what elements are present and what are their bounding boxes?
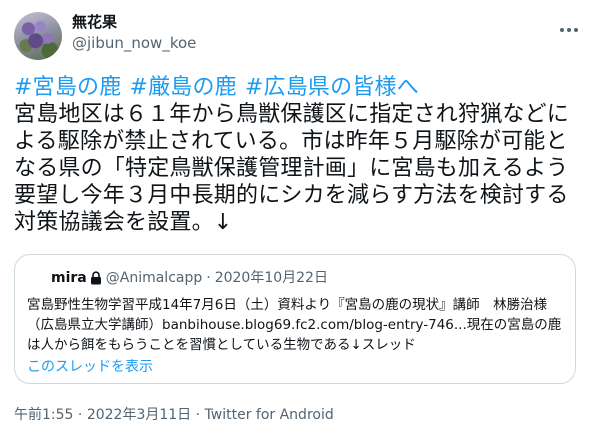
quoted-tweet-header: mira @Animalcapp · 2020年10月22日 xyxy=(27,268,328,288)
tweet-metadata: 午前1:55 · 2022年3月11日 · Twitter for Androi… xyxy=(14,406,334,424)
tweet-time[interactable]: 午前1:55 xyxy=(14,407,73,423)
quoted-author-name: mira xyxy=(51,270,87,286)
hashtag-link[interactable]: #厳島の鹿 xyxy=(129,75,236,100)
author-display-name[interactable]: 無花果 xyxy=(72,13,117,31)
quoted-author-handle: @Animalcapp xyxy=(105,270,203,286)
quoted-tweet-text: 宮島野性生物学習平成14年7月6日（土）資料より『宮島の鹿の現状』講師 林勝治様… xyxy=(27,297,562,353)
separator-dot: · xyxy=(73,407,87,423)
quoted-author-avatar xyxy=(27,268,47,288)
tweet-source[interactable]: Twitter for Android xyxy=(205,407,334,423)
author-handle[interactable]: @jibun_now_koe xyxy=(72,34,196,52)
more-options-button[interactable] xyxy=(556,14,582,40)
hashtag-list: #宮島の鹿 #厳島の鹿 #広島県の皆様へ xyxy=(14,74,584,101)
more-horizontal-icon xyxy=(559,18,579,37)
quoted-tweet-card[interactable]: mira @Animalcapp · 2020年10月22日 宮島野性生物学習平… xyxy=(14,254,576,384)
separator-dot: · xyxy=(206,270,211,286)
author-avatar[interactable] xyxy=(14,12,62,60)
tweet-text: #宮島の鹿 #厳島の鹿 #広島県の皆様へ 宮島地区は６１年から鳥獣保護区に指定され狩… xyxy=(14,74,584,236)
tweet-body: 宮島地区は６１年から鳥獣保護区に指定され狩猟などによる駆除が禁止されている。市は… xyxy=(14,102,570,235)
separator-dot: · xyxy=(191,407,205,423)
hashtag-link[interactable]: #広島県の皆様へ xyxy=(245,75,419,100)
tweet-date[interactable]: 2022年3月11日 xyxy=(87,407,191,423)
lock-icon xyxy=(90,271,102,285)
quoted-tweet-date: 2020年10月22日 xyxy=(214,270,328,286)
hashtag-link[interactable]: #宮島の鹿 xyxy=(14,75,121,100)
show-thread-link[interactable]: このスレッドを表示 xyxy=(27,358,153,376)
